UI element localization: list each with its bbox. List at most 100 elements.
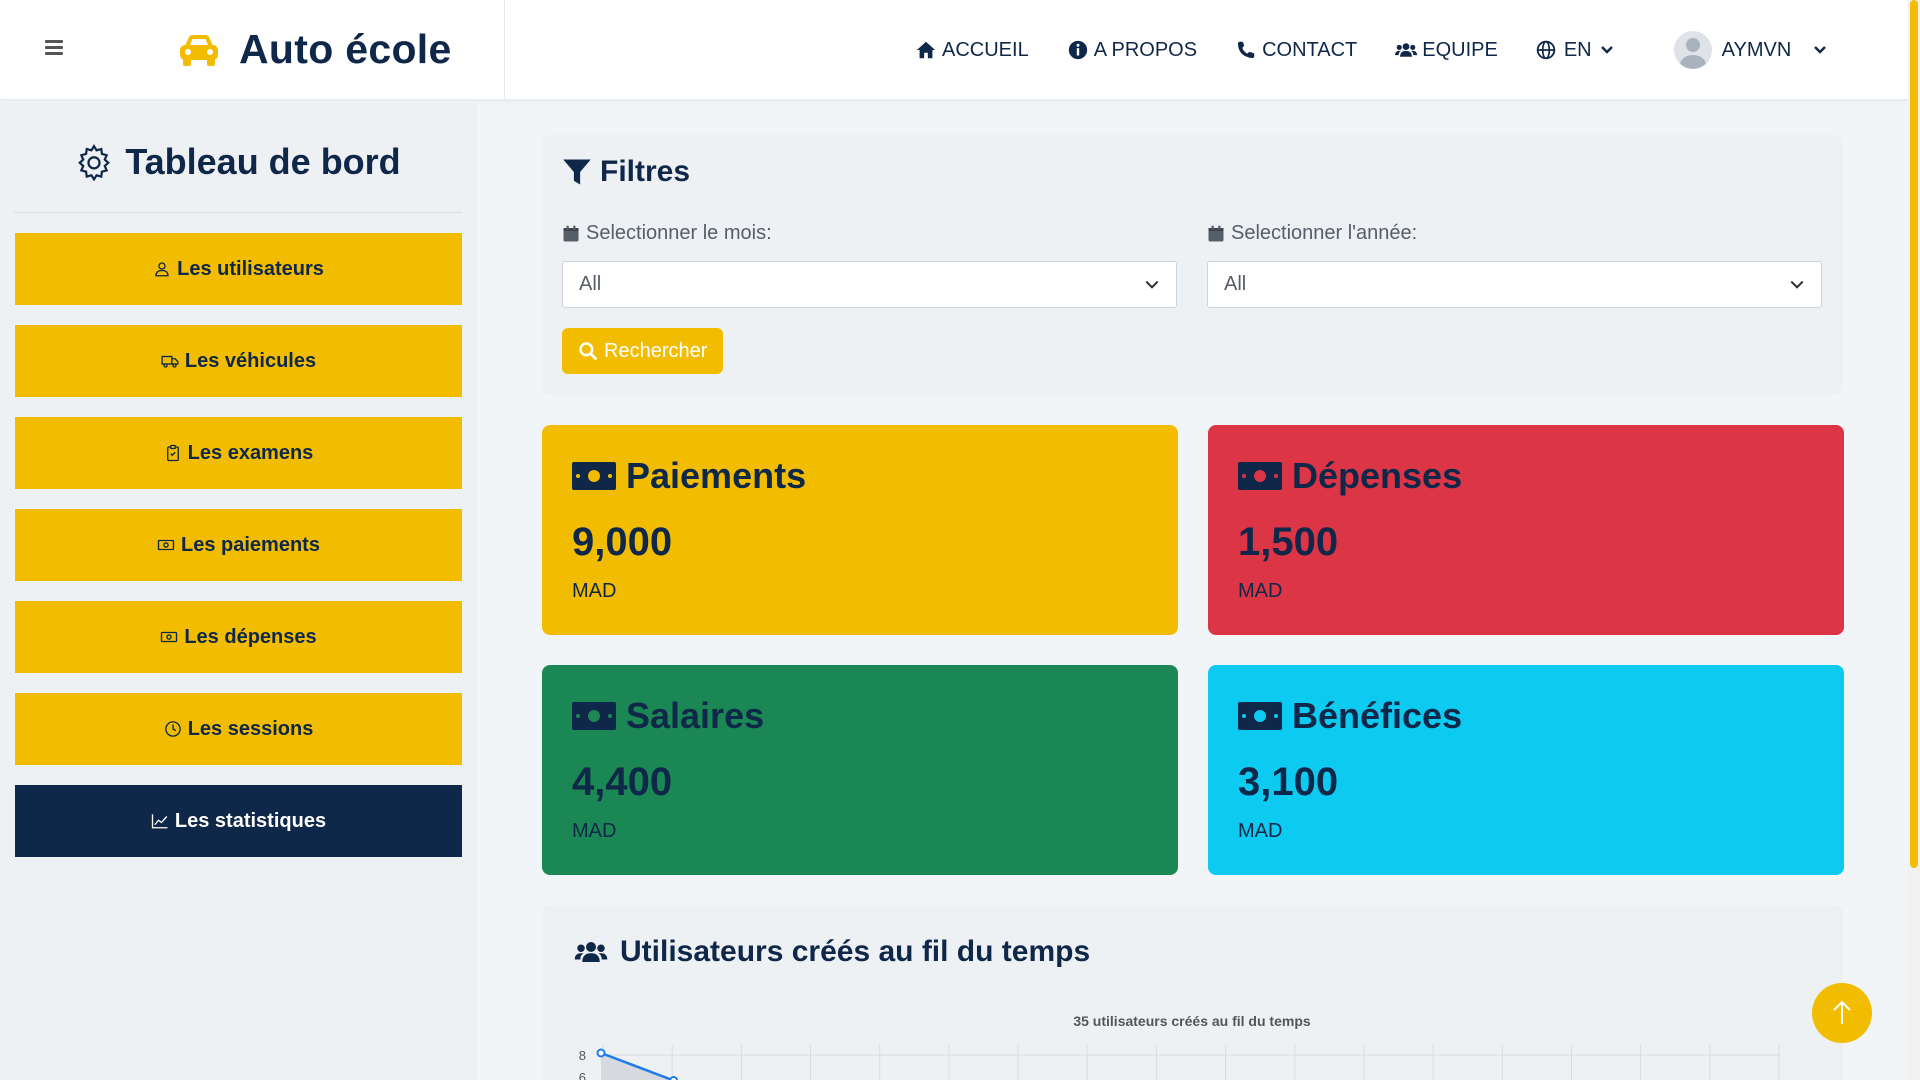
sidebar-item-utilisateurs[interactable]: Les utilisateurs bbox=[15, 233, 462, 305]
sidebar-item-label: Les dépenses bbox=[184, 625, 317, 648]
calendar-icon bbox=[563, 225, 579, 241]
language-label: EN bbox=[1563, 38, 1592, 61]
phone-icon bbox=[1237, 41, 1255, 59]
clock-icon bbox=[164, 721, 181, 737]
nav-a-propos[interactable]: A PROPOS bbox=[1067, 39, 1197, 62]
card-salaires: Salaires 4,400 MAD bbox=[542, 665, 1178, 875]
sidebar-item-label: Les véhicules bbox=[184, 349, 317, 372]
page-scrollbar[interactable] bbox=[1908, 0, 1920, 1080]
sidebar-item-statistiques[interactable]: Les statistiques bbox=[15, 785, 462, 857]
card-title: Dépenses bbox=[1238, 455, 1462, 497]
sidebar-item-label: Les paiements bbox=[181, 533, 320, 556]
brand[interactable]: Auto école bbox=[177, 26, 452, 73]
card-title-text: Bénéfices bbox=[1292, 695, 1463, 736]
card-title: Bénéfices bbox=[1238, 695, 1462, 737]
search-button[interactable]: Rechercher bbox=[562, 328, 724, 374]
nav-accueil[interactable]: ACCUEIL bbox=[915, 39, 1029, 62]
card-benefices: Bénéfices 3,100 MAD bbox=[1208, 665, 1844, 875]
user-menu[interactable]: AYMVN bbox=[1673, 31, 1828, 69]
sidebar-divider bbox=[14, 212, 462, 213]
money-bill-icon bbox=[572, 462, 616, 490]
year-field-label: Selectionner l'année: bbox=[1207, 222, 1417, 245]
money-bill-icon bbox=[572, 702, 616, 730]
scroll-to-top-button[interactable] bbox=[1812, 983, 1872, 1043]
nav-accueil-label: ACCUEIL bbox=[942, 38, 1029, 61]
search-icon bbox=[579, 342, 598, 361]
brand-title: Auto école bbox=[239, 26, 452, 72]
cash-icon bbox=[161, 631, 178, 643]
chart-point[interactable] bbox=[596, 1048, 606, 1058]
sidebar-item-sessions[interactable]: Les sessions bbox=[15, 693, 462, 765]
card-unit: MAD bbox=[1238, 820, 1283, 842]
card-title-text: Salaires bbox=[626, 695, 765, 736]
chevron-down-icon bbox=[1600, 46, 1613, 54]
sidebar-header: Tableau de bord bbox=[14, 141, 462, 183]
sidebar-item-paiements[interactable]: Les paiements bbox=[15, 509, 462, 581]
info-icon bbox=[1068, 40, 1087, 60]
nav-equipe[interactable]: EQUIPE bbox=[1395, 39, 1498, 62]
card-unit: MAD bbox=[572, 820, 617, 842]
sidebar-item-label: Les examens bbox=[187, 441, 314, 464]
card-unit: MAD bbox=[572, 580, 617, 602]
avatar bbox=[1673, 31, 1712, 69]
card-value: 9,000 bbox=[572, 520, 673, 564]
month-label: Selectionner le mois: bbox=[586, 222, 772, 244]
search-button-label: Rechercher bbox=[604, 339, 708, 362]
filters-title: Filtres bbox=[600, 155, 691, 188]
chart-line-icon bbox=[151, 814, 168, 829]
truck-icon bbox=[161, 355, 179, 368]
nav-links: ACCUEIL A PROPOS CONTACT EQUIPE EN AYMVN bbox=[915, 0, 1827, 100]
chart-series bbox=[596, 1048, 679, 1080]
card-depenses: Dépenses 1,500 MAD bbox=[1208, 425, 1844, 635]
chart-y-tick-label: 6 bbox=[579, 1070, 586, 1080]
sidebar-item-vehicules[interactable]: Les véhicules bbox=[15, 325, 462, 397]
calendar-icon bbox=[1208, 225, 1224, 241]
chart-title: 35 utilisateurs créés au fil du temps bbox=[1073, 1013, 1311, 1029]
card-title: Salaires bbox=[572, 695, 764, 737]
filter-icon bbox=[563, 159, 591, 185]
chart-y-tick-label: 8 bbox=[579, 1048, 586, 1063]
user-icon bbox=[155, 262, 169, 277]
nav-contact-label: CONTACT bbox=[1262, 38, 1358, 61]
card-title-text: Dépenses bbox=[1292, 455, 1463, 496]
chevron-down-icon bbox=[1145, 280, 1159, 289]
sidebar-item-label: Les sessions bbox=[187, 717, 314, 740]
cash-icon bbox=[157, 539, 175, 551]
chevron-down-icon bbox=[1790, 280, 1804, 289]
chevron-down-icon bbox=[1814, 46, 1827, 54]
sidebar-item-label: Les statistiques bbox=[174, 809, 327, 832]
sidebar-item-label: Les utilisateurs bbox=[177, 257, 324, 280]
username: AYMVN bbox=[1721, 38, 1792, 61]
brand-area: Auto école bbox=[0, 0, 505, 100]
card-paiements: Paiements 9,000 MAD bbox=[542, 425, 1178, 635]
gear-icon bbox=[78, 144, 111, 181]
month-select-value: All bbox=[579, 273, 602, 295]
users-chart: 35 utilisateurs créés au fil du temps 86 bbox=[579, 1013, 1780, 1080]
card-title: Paiements bbox=[572, 455, 806, 497]
sidebar: Tableau de bord Les utilisateurs Les véh… bbox=[0, 101, 477, 1080]
sidebar-item-examens[interactable]: Les examens bbox=[15, 417, 462, 489]
month-select[interactable]: All bbox=[562, 261, 1177, 308]
year-select[interactable]: All bbox=[1207, 261, 1822, 308]
filters-heading: Filtres bbox=[562, 155, 690, 189]
year-select-value: All bbox=[1224, 273, 1247, 295]
car-icon bbox=[180, 34, 218, 66]
card-value: 4,400 bbox=[572, 760, 673, 804]
card-title-text: Paiements bbox=[626, 455, 807, 496]
globe-icon bbox=[1536, 40, 1556, 60]
filters-panel: Filtres Selectionner le mois: All Select… bbox=[542, 135, 1843, 395]
language-dropdown[interactable]: EN bbox=[1536, 39, 1614, 62]
sidebar-title: Tableau de bord bbox=[125, 141, 401, 182]
month-field-label: Selectionner le mois: bbox=[562, 222, 772, 245]
scrollbar-thumb[interactable] bbox=[1910, 0, 1918, 868]
chart-y-axis: 86 bbox=[579, 1048, 586, 1080]
year-label: Selectionner l'année: bbox=[1231, 222, 1418, 244]
money-bill-icon bbox=[1238, 702, 1282, 730]
top-navbar: Auto école ACCUEIL A PROPOS CONTACT EQUI… bbox=[0, 0, 1908, 100]
hamburger-menu-icon[interactable] bbox=[40, 40, 68, 60]
card-value: 1,500 bbox=[1238, 520, 1339, 564]
arrow-up-icon bbox=[1833, 1000, 1851, 1024]
nav-contact[interactable]: CONTACT bbox=[1235, 39, 1357, 62]
sidebar-item-depenses[interactable]: Les dépenses bbox=[15, 601, 462, 673]
home-icon bbox=[916, 41, 936, 59]
